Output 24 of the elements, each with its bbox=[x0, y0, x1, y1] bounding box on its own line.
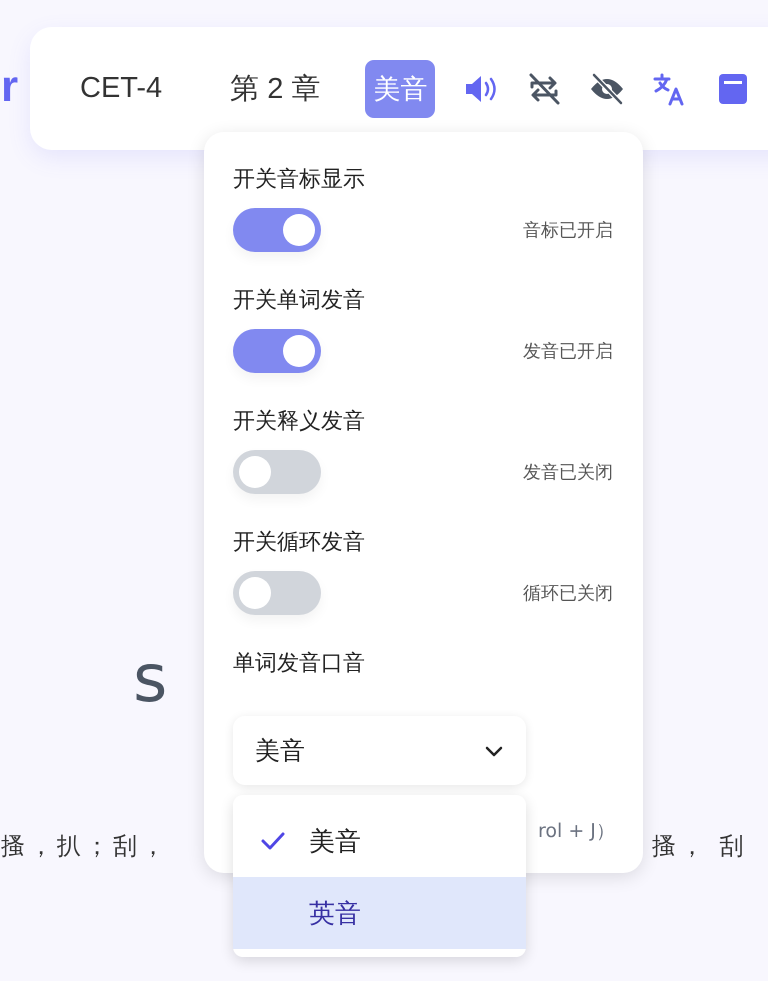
dropdown-option[interactable]: 美音 bbox=[233, 805, 526, 877]
setting-label: 开关音标显示 bbox=[233, 166, 365, 194]
setting-label: 开关释义发音 bbox=[233, 408, 365, 436]
setting-label: 单词发音口音 bbox=[233, 650, 365, 678]
shortcut-hint: rol + J） bbox=[538, 819, 615, 844]
status-text: 循环已关闭 bbox=[523, 582, 613, 605]
toggle-switch[interactable] bbox=[233, 329, 321, 373]
status-text: 音标已开启 bbox=[523, 219, 613, 242]
toggle-switch[interactable] bbox=[233, 571, 321, 615]
setting-label: 开关单词发音 bbox=[233, 287, 365, 315]
dictionary-selector[interactable]: CET-4 bbox=[80, 72, 162, 105]
toggle-switch[interactable] bbox=[233, 450, 321, 494]
chapter-selector[interactable]: 第 2 章 bbox=[230, 68, 320, 108]
toggle-switch[interactable] bbox=[233, 208, 321, 252]
eye-off-icon[interactable] bbox=[589, 70, 626, 106]
status-text: 发音已开启 bbox=[523, 340, 613, 363]
accent-select[interactable]: 美音 bbox=[233, 716, 526, 785]
translation-text: 搔，扒；刮， bbox=[1, 831, 169, 862]
translation-text: 搔， 刮 bbox=[652, 831, 748, 862]
logo-fragment[interactable]: r bbox=[1, 62, 18, 112]
word-text: s bbox=[133, 640, 174, 717]
setting-label: 开关循环发音 bbox=[233, 529, 365, 557]
dropdown-option[interactable]: 英音 bbox=[233, 877, 526, 949]
status-text: 发音已关闭 bbox=[523, 461, 613, 484]
